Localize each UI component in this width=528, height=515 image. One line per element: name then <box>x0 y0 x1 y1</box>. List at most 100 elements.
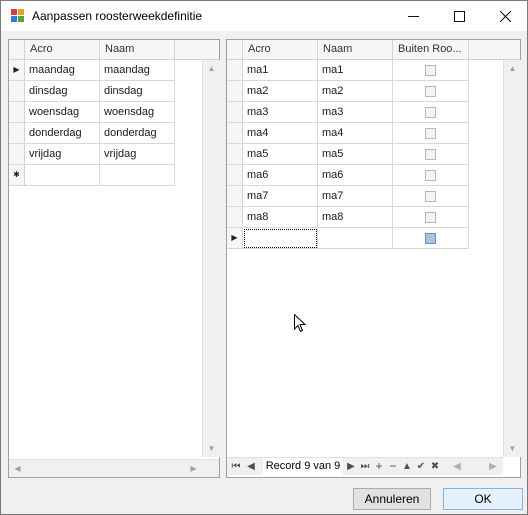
table-row[interactable]: woensdag woensdag <box>9 102 175 123</box>
cell-naam[interactable]: ma6 <box>318 165 393 186</box>
scroll-right-icon[interactable]: ▶ <box>185 460 202 477</box>
scroll-down-icon[interactable]: ▼ <box>203 440 220 457</box>
cell-naam[interactable]: ma8 <box>318 207 393 228</box>
previous-record-icon[interactable]: ◀ <box>245 458 257 475</box>
table-row[interactable]: ma3 ma3 <box>227 102 469 123</box>
cell-buiten[interactable] <box>393 165 469 186</box>
buiten-checkbox[interactable] <box>425 170 436 181</box>
buiten-checkbox[interactable] <box>425 86 436 97</box>
minimize-icon <box>407 15 419 17</box>
new-cell-naam[interactable] <box>318 228 393 249</box>
scroll-left-icon[interactable]: ◀ <box>451 458 463 475</box>
new-cell-buiten[interactable] <box>393 228 469 249</box>
last-record-icon[interactable]: ⏭ <box>359 458 371 475</box>
close-icon <box>499 10 511 22</box>
table-row[interactable]: dinsdag dinsdag <box>9 81 175 102</box>
cell-acro[interactable]: ma7 <box>243 186 318 207</box>
scroll-up-icon[interactable]: ▲ <box>504 60 521 77</box>
new-row[interactable]: ✱ <box>9 165 175 186</box>
left-grid: Acro Naam ▶ maandag maandag dinsdag dins… <box>8 39 220 478</box>
cell-buiten[interactable] <box>393 81 469 102</box>
cell-acro[interactable]: woensdag <box>25 102 100 123</box>
cell-naam[interactable]: donderdag <box>100 123 175 144</box>
cell-naam[interactable]: ma4 <box>318 123 393 144</box>
cell-acro[interactable]: dinsdag <box>25 81 100 102</box>
cell-naam[interactable]: ma2 <box>318 81 393 102</box>
row-indicator-header <box>9 40 25 59</box>
cell-acro[interactable]: donderdag <box>25 123 100 144</box>
left-horizontal-scrollbar[interactable]: ◀ ▶ <box>9 459 219 477</box>
cell-naam[interactable]: ma7 <box>318 186 393 207</box>
buiten-checkbox[interactable] <box>425 212 436 223</box>
first-record-icon[interactable]: ⏮ <box>230 458 242 475</box>
buiten-checkbox[interactable] <box>425 65 436 76</box>
column-header-naam[interactable]: Naam <box>100 40 175 59</box>
column-header-acro[interactable]: Acro <box>25 40 100 59</box>
left-grid-header: Acro Naam <box>9 40 219 60</box>
row-indicator <box>9 123 25 144</box>
scroll-right-icon[interactable]: ▶ <box>487 458 499 475</box>
column-header-naam[interactable]: Naam <box>318 40 393 59</box>
add-record-icon[interactable]: + <box>373 458 385 475</box>
cell-buiten[interactable] <box>393 102 469 123</box>
cell-acro[interactable]: ma6 <box>243 165 318 186</box>
table-row[interactable]: ma2 ma2 <box>227 81 469 102</box>
next-record-icon[interactable]: ▶ <box>345 458 357 475</box>
column-header-acro[interactable]: Acro <box>243 40 318 59</box>
buiten-checkbox[interactable] <box>425 107 436 118</box>
remove-record-icon[interactable]: − <box>387 458 399 475</box>
table-row[interactable]: ma5 ma5 <box>227 144 469 165</box>
maximize-button[interactable] <box>439 1 479 31</box>
cell-naam[interactable]: vrijdag <box>100 144 175 165</box>
scroll-down-icon[interactable]: ▼ <box>504 440 521 457</box>
table-row[interactable]: ma6 ma6 <box>227 165 469 186</box>
close-button[interactable] <box>485 1 525 31</box>
cell-acro[interactable]: ma5 <box>243 144 318 165</box>
table-row[interactable]: donderdag donderdag <box>9 123 175 144</box>
new-cell-naam[interactable] <box>100 165 175 186</box>
confirm-edit-icon[interactable]: ✔ <box>415 458 427 475</box>
cancel-edit-icon[interactable]: ✖ <box>429 458 441 475</box>
table-row[interactable]: ma8 ma8 <box>227 207 469 228</box>
cell-acro[interactable]: ma4 <box>243 123 318 144</box>
cell-acro[interactable]: ma8 <box>243 207 318 228</box>
cell-acro[interactable]: maandag <box>25 60 100 81</box>
cell-buiten[interactable] <box>393 144 469 165</box>
table-row[interactable]: ma4 ma4 <box>227 123 469 144</box>
buiten-checkbox[interactable] <box>425 128 436 139</box>
cell-acro[interactable]: vrijdag <box>25 144 100 165</box>
cell-acro[interactable]: ma1 <box>243 60 318 81</box>
cell-naam[interactable]: maandag <box>100 60 175 81</box>
cell-acro[interactable]: ma3 <box>243 102 318 123</box>
cell-naam[interactable]: ma1 <box>318 60 393 81</box>
table-row[interactable]: vrijdag vrijdag <box>9 144 175 165</box>
cell-naam[interactable]: ma5 <box>318 144 393 165</box>
new-cell-acro[interactable] <box>25 165 100 186</box>
scroll-left-icon[interactable]: ◀ <box>9 460 26 477</box>
minimize-button[interactable] <box>393 1 433 31</box>
cell-buiten[interactable] <box>393 123 469 144</box>
move-up-icon[interactable]: ▲ <box>401 458 413 475</box>
cell-buiten[interactable] <box>393 207 469 228</box>
cell-naam[interactable]: ma3 <box>318 102 393 123</box>
scroll-up-icon[interactable]: ▲ <box>203 60 220 77</box>
right-vertical-scrollbar[interactable]: ▲ ▼ <box>503 60 521 457</box>
left-vertical-scrollbar[interactable]: ▲ ▼ <box>202 60 220 457</box>
cell-buiten[interactable] <box>393 186 469 207</box>
column-header-buiten[interactable]: Buiten Roo... <box>393 40 469 59</box>
table-row[interactable]: ma1 ma1 <box>227 60 469 81</box>
buiten-checkbox-indeterminate[interactable] <box>425 233 436 244</box>
buiten-checkbox[interactable] <box>425 149 436 160</box>
row-indicator <box>9 102 25 123</box>
table-row[interactable]: ma7 ma7 <box>227 186 469 207</box>
cancel-button[interactable]: Annuleren <box>353 488 431 510</box>
cell-naam[interactable]: woensdag <box>100 102 175 123</box>
cell-buiten[interactable] <box>393 60 469 81</box>
ok-button[interactable]: OK <box>443 488 523 510</box>
cell-naam[interactable]: dinsdag <box>100 81 175 102</box>
table-row[interactable]: ▶ maandag maandag <box>9 60 175 81</box>
new-cell-acro[interactable] <box>243 228 318 249</box>
cell-acro[interactable]: ma2 <box>243 81 318 102</box>
new-row[interactable]: ▶ <box>227 228 469 249</box>
buiten-checkbox[interactable] <box>425 191 436 202</box>
